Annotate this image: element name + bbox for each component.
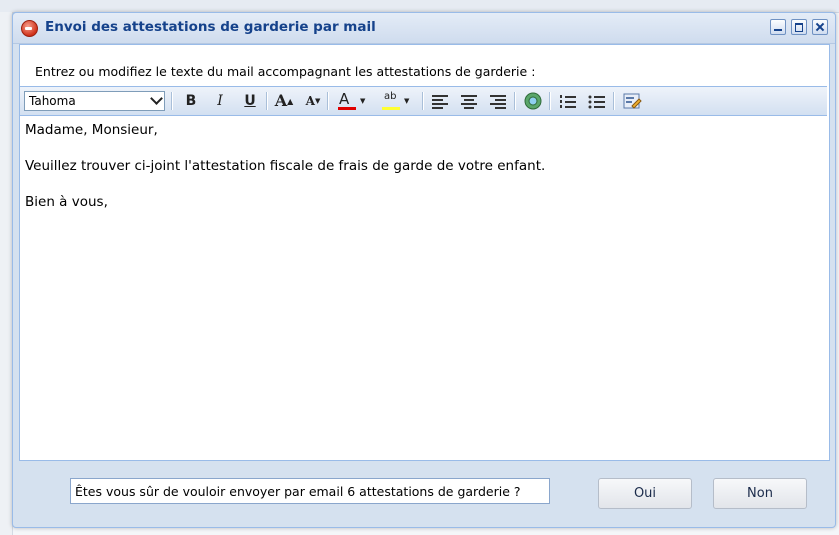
ordered-list-button[interactable] — [557, 91, 579, 111]
font-color-icon: A — [339, 90, 350, 108]
align-left-icon — [432, 95, 448, 109]
align-left-button[interactable] — [429, 91, 451, 111]
toolbar-separator — [327, 92, 329, 110]
arrow-up-icon: ▲ — [287, 96, 294, 106]
font-color-button[interactable]: A ▼ — [336, 90, 368, 111]
dropdown-arrow-icon: ▼ — [404, 97, 410, 105]
align-center-icon — [461, 95, 477, 109]
shrink-font-button[interactable]: A▼ — [302, 91, 324, 111]
email-dialog: Envoi des attestations de garderie par m… — [12, 12, 836, 528]
toolbar-separator — [613, 92, 615, 110]
font-family-value: Tahoma — [29, 94, 76, 108]
underline-button[interactable]: U — [239, 91, 261, 111]
bold-button[interactable]: B — [180, 91, 202, 111]
numbered-list-icon — [560, 95, 576, 108]
confirmation-field: Êtes vous sûr de vouloir envoyer par ema… — [70, 478, 550, 504]
highlight-color-swatch — [382, 107, 400, 110]
grow-font-button[interactable]: A▲ — [273, 91, 295, 111]
align-right-icon — [490, 95, 506, 109]
source-edit-icon — [623, 93, 642, 109]
email-line: Veuillez trouver ci-joint l'attestation … — [25, 158, 546, 174]
globe-link-icon — [524, 92, 542, 110]
toolbar-separator — [422, 92, 424, 110]
font-color-swatch — [338, 107, 356, 110]
align-center-button[interactable] — [458, 91, 480, 111]
bullet-list-button[interactable] — [586, 91, 608, 111]
italic-button[interactable]: I — [209, 91, 231, 111]
source-edit-button[interactable] — [621, 91, 643, 111]
toolbar-separator — [549, 92, 551, 110]
highlight-color-button[interactable]: ab ▼ — [380, 91, 412, 111]
dropdown-arrow-icon: ▼ — [360, 97, 366, 105]
align-right-button[interactable] — [487, 91, 509, 111]
no-button[interactable]: Non — [713, 478, 807, 509]
font-family-select[interactable]: Tahoma — [24, 91, 165, 111]
minimize-button[interactable] — [770, 19, 786, 35]
toolbar-separator — [514, 92, 516, 110]
instruction-label: Entrez ou modifiez le texte du mail acco… — [35, 64, 536, 79]
dialog-body: Entrez ou modifiez le texte du mail acco… — [19, 44, 830, 461]
insert-link-button[interactable] — [522, 91, 544, 111]
editor-toolbar: Tahoma B I U A▲ A▼ A ▼ ab ▼ — [20, 86, 827, 116]
highlight-icon: ab — [384, 91, 397, 102]
toolbar-separator — [266, 92, 268, 110]
yes-button[interactable]: Oui — [598, 478, 692, 509]
bullet-list-icon — [588, 95, 605, 109]
email-body-editor[interactable]: Madame, Monsieur, Veuillez trouver ci-jo… — [20, 116, 827, 458]
app-icon — [21, 20, 38, 37]
close-button[interactable] — [812, 19, 828, 35]
dialog-titlebar[interactable]: Envoi des attestations de garderie par m… — [13, 13, 835, 44]
dialog-title: Envoi des attestations de garderie par m… — [45, 19, 376, 35]
shrink-font-icon: A — [305, 94, 315, 108]
email-line: Madame, Monsieur, — [25, 122, 158, 138]
chevron-down-icon — [150, 92, 163, 105]
arrow-down-icon: ▼ — [314, 96, 321, 105]
toolbar-separator — [171, 92, 173, 110]
grow-font-icon: A — [274, 91, 288, 110]
email-line: Bien à vous, — [25, 194, 108, 210]
maximize-button[interactable] — [791, 19, 807, 35]
